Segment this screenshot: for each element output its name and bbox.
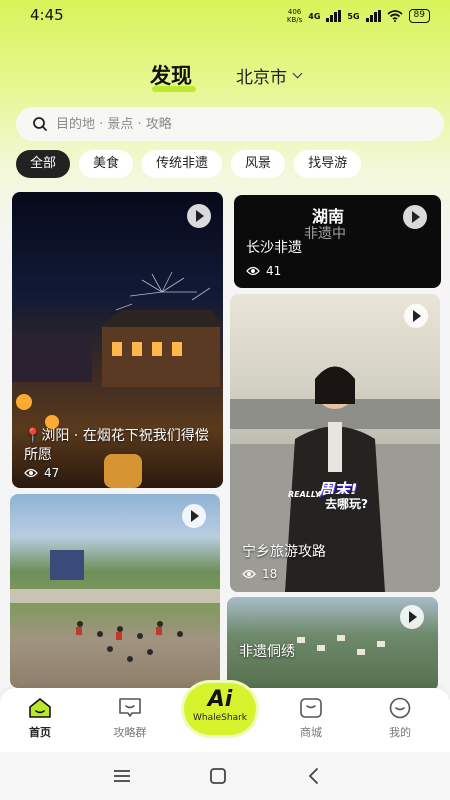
eye-icon xyxy=(242,569,256,579)
view-count: 47 xyxy=(24,466,59,480)
network-type-2: 5G xyxy=(347,11,360,21)
chip-scenery[interactable]: 风景 xyxy=(231,150,286,178)
play-icon xyxy=(182,504,206,528)
wifi-icon xyxy=(386,10,403,22)
chat-icon xyxy=(119,698,141,717)
city-label: 北京市 xyxy=(236,68,287,88)
view-count-value: 47 xyxy=(44,466,60,480)
nav-profile[interactable]: 我的 xyxy=(370,696,430,740)
signal-icon xyxy=(365,10,381,22)
nav-profile-label: 我的 xyxy=(389,726,411,739)
nav-guide-group[interactable]: 攻略群 xyxy=(100,696,160,740)
network-speed-value: 406 xyxy=(287,8,302,16)
eye-icon xyxy=(24,468,38,478)
system-nav-bar xyxy=(0,752,450,800)
ai-sub-label: WhaleShark xyxy=(193,713,247,723)
feed-card[interactable]: 湖南 非遗中 长沙非遗 41 xyxy=(234,195,441,288)
play-icon xyxy=(404,304,428,328)
card-title: 长沙非遗 xyxy=(246,240,302,256)
chip-guide[interactable]: 找导游 xyxy=(294,150,362,178)
page-header: 发现 北京市 xyxy=(0,58,450,98)
menu-icon[interactable] xyxy=(110,766,134,786)
card-overlay-text: 去哪玩? xyxy=(320,494,373,513)
play-icon xyxy=(400,605,424,629)
status-bar: 4:45 406 KB/s 4G 5G 89 xyxy=(0,0,450,32)
card-overlay-text: 非遗中 xyxy=(304,226,346,242)
play-icon xyxy=(403,205,427,229)
feed-card[interactable]: 非遗侗绣 xyxy=(227,597,438,691)
search-bar[interactable] xyxy=(16,107,444,141)
signal-icon xyxy=(326,10,342,22)
battery-icon: 89 xyxy=(408,9,430,23)
chip-food[interactable]: 美食 xyxy=(79,150,134,178)
feed-card[interactable]: REALLY 周末! 去哪玩? 宁乡旅游攻路 18 xyxy=(230,294,440,592)
category-filter: 全部 美食 传统非遗 风景 找导游 xyxy=(16,150,362,178)
chip-heritage[interactable]: 传统非遗 xyxy=(142,150,223,178)
card-title: 📍浏阳 · 在烟花下祝我们得偿所愿 xyxy=(24,428,209,463)
chevron-down-icon xyxy=(292,68,303,79)
search-input[interactable] xyxy=(56,116,416,132)
eye-icon xyxy=(246,266,260,276)
view-count: 41 xyxy=(246,264,281,278)
card-title: 宁乡旅游攻路 xyxy=(242,544,326,560)
ai-assistant-button[interactable]: Ai WhaleShark xyxy=(184,683,256,735)
ai-label: Ai xyxy=(207,687,233,712)
chip-all[interactable]: 全部 xyxy=(16,150,71,178)
view-count-value: 41 xyxy=(266,264,282,278)
home-icon xyxy=(29,698,51,718)
title-underline xyxy=(152,86,196,92)
feed-card[interactable] xyxy=(10,494,220,688)
home-square-icon[interactable] xyxy=(206,766,230,786)
feed-card[interactable]: 📍浏阳 · 在烟花下祝我们得偿所愿 47 xyxy=(12,192,223,488)
shop-icon xyxy=(300,698,322,718)
network-type-1: 4G xyxy=(308,11,321,21)
search-icon xyxy=(33,117,47,131)
nav-guide-group-label: 攻略群 xyxy=(113,726,147,739)
play-icon xyxy=(187,204,211,228)
nav-shop[interactable]: 商城 xyxy=(281,696,341,740)
card-title: 非遗侗绣 xyxy=(239,644,295,660)
network-speed-unit: KB/s xyxy=(286,16,303,24)
view-count: 18 xyxy=(242,567,277,581)
city-selector[interactable]: 北京市 xyxy=(236,63,303,88)
card-overlay-tag: REALLY xyxy=(288,490,321,499)
view-count-value: 18 xyxy=(262,567,278,581)
nav-home-label: 首页 xyxy=(29,726,51,739)
back-icon[interactable] xyxy=(302,766,326,786)
nav-home[interactable]: 首页 xyxy=(10,696,70,740)
status-icons: 406 KB/s 4G 5G 89 xyxy=(287,8,430,24)
status-time: 4:45 xyxy=(30,6,64,24)
profile-icon xyxy=(389,697,411,719)
nav-shop-label: 商城 xyxy=(300,726,322,739)
network-speed: 406 KB/s xyxy=(287,8,302,24)
